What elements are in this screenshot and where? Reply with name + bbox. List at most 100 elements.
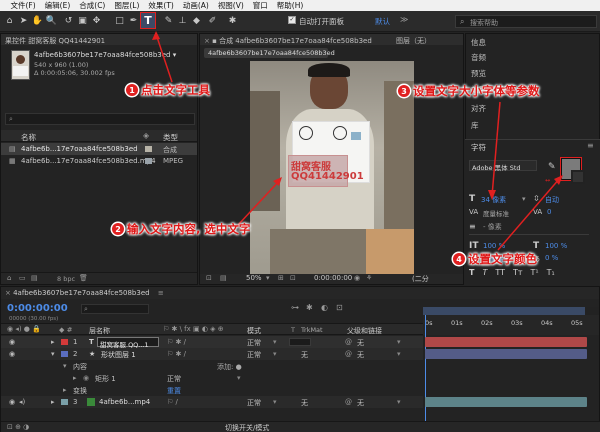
close-icon[interactable]: × bbox=[5, 289, 13, 297]
menu-file[interactable]: 文件(F) bbox=[6, 0, 40, 11]
layer-trkmat[interactable]: 无 bbox=[301, 398, 308, 408]
subscript-button[interactable]: T₁ bbox=[547, 268, 555, 280]
help-search-field[interactable]: ⌕ 搜索帮助 bbox=[455, 15, 597, 28]
hand-tool-icon[interactable]: ✋ bbox=[31, 14, 44, 27]
menu-window[interactable]: 窗口 bbox=[248, 0, 272, 11]
zoom-level[interactable]: 50% bbox=[246, 274, 262, 282]
stroke-width-value[interactable]: - 像素 bbox=[483, 222, 502, 232]
switch-icons[interactable]: ⚐ ✱ / bbox=[167, 338, 186, 346]
project-search-input[interactable]: ⌕ bbox=[5, 113, 195, 125]
camera-tool-icon[interactable]: ▣ bbox=[76, 14, 89, 27]
chevron-down-icon[interactable]: ▾ bbox=[273, 398, 277, 406]
comp-viewer[interactable]: 甜窝客服 QQ41442901 bbox=[250, 61, 414, 278]
timeline-search-input[interactable]: ⌕ bbox=[81, 304, 149, 314]
layer-3-bar[interactable] bbox=[425, 397, 587, 407]
layer-row-2[interactable]: ◉ ▾ 2 ★ 形状图层 1 ⚐ ✱ / 正常 ▾ 无 @ 无 ▾ bbox=[1, 348, 423, 360]
expand-icon[interactable]: ▸ bbox=[63, 386, 67, 394]
layer-parent[interactable]: 无 bbox=[357, 350, 364, 360]
eye-icon[interactable]: ◉ bbox=[83, 374, 89, 382]
layer-mode[interactable]: 正常 bbox=[247, 350, 261, 360]
rectangle-row[interactable]: ▸ ◉ 矩形 1 正常 ▾ bbox=[1, 372, 423, 384]
trash-icon[interactable]: 🗑 bbox=[79, 274, 88, 282]
collapse-icon[interactable]: ▾ bbox=[51, 350, 55, 358]
col-parent[interactable]: 父级和链接 bbox=[347, 326, 382, 336]
bit-depth[interactable]: 8 bpc bbox=[57, 275, 75, 283]
preview-panel[interactable]: 预览 bbox=[471, 68, 486, 79]
panel-menu-icon[interactable]: ≡ bbox=[587, 141, 594, 150]
faux-bold-button[interactable]: T bbox=[469, 268, 474, 280]
eye-icon[interactable]: ◉ bbox=[9, 398, 15, 406]
rectangle-tool-icon[interactable]: □ bbox=[113, 14, 126, 27]
layer-name[interactable]: 4afbe6b...mp4 bbox=[99, 398, 150, 406]
switch-icons[interactable]: ⚐ / bbox=[167, 398, 178, 406]
chevron-down-icon[interactable]: ▾ bbox=[237, 374, 241, 382]
effect-controls-tab[interactable]: 果控件 甜窝客服 QQ41442901 bbox=[5, 37, 105, 45]
vertical-scale-value[interactable]: 100 % bbox=[483, 242, 505, 250]
layer-mode[interactable]: 正常 bbox=[247, 338, 261, 348]
col-trkmat[interactable]: TrkMat bbox=[301, 326, 323, 334]
project-item-comp[interactable]: ▤ 4afbe6b...17e7oaa84fce508b3ed 合成 bbox=[1, 143, 197, 155]
new-comp-icon[interactable]: ▤ bbox=[31, 274, 38, 282]
eye-icon[interactable]: ◉ bbox=[9, 338, 15, 346]
chevron-down-icon[interactable]: ▾ bbox=[522, 195, 526, 203]
toggle-switches-modes[interactable]: 切换开关/模式 bbox=[225, 423, 269, 432]
menu-effect[interactable]: 效果(T) bbox=[144, 0, 178, 11]
kerning-value[interactable]: 度量标准 bbox=[483, 208, 509, 218]
safe-zones-icon[interactable]: ⊞ bbox=[278, 274, 284, 282]
rect-mode[interactable]: 正常 bbox=[167, 374, 181, 384]
home-icon[interactable]: ⌂ bbox=[3, 14, 16, 27]
workspace-default[interactable]: 默认 bbox=[375, 16, 390, 27]
pen-tool-icon[interactable]: ✒ bbox=[127, 14, 140, 27]
eyedropper-icon[interactable]: ✎ bbox=[548, 162, 556, 172]
interpret-footage-icon[interactable]: ⌂ bbox=[7, 274, 11, 282]
col-mode[interactable]: 模式 bbox=[247, 326, 261, 336]
comp-flowchart-icon[interactable]: ⊶ bbox=[291, 303, 299, 312]
close-icon[interactable]: × bbox=[204, 37, 212, 45]
chevron-down-icon[interactable]: ▾ bbox=[397, 338, 401, 346]
panel-menu-icon[interactable]: ≡ bbox=[158, 289, 164, 297]
swap-colors-icon[interactable]: ↔ bbox=[545, 177, 550, 184]
new-folder-icon[interactable]: ▭ bbox=[19, 274, 26, 282]
all-caps-button[interactable]: TT bbox=[495, 268, 505, 280]
layer-trkmat[interactable]: 无 bbox=[301, 350, 308, 360]
layer-parent[interactable]: 无 bbox=[357, 338, 364, 348]
eye-icon[interactable]: ◉ bbox=[9, 350, 15, 358]
rotate-tool-icon[interactable]: ↺ bbox=[62, 14, 75, 27]
comp-tab[interactable]: 合成 4afbe6b3607be17e7oaa84fce508b3ed bbox=[219, 37, 372, 45]
label-swatch[interactable] bbox=[61, 399, 68, 405]
resolution-icon[interactable]: ▤ bbox=[220, 274, 227, 282]
transform-row[interactable]: ▸ 变换 重置 bbox=[1, 384, 423, 396]
chevron-down-icon[interactable]: ▾ bbox=[397, 398, 401, 406]
col-name[interactable]: 名称 bbox=[21, 132, 36, 143]
layer-1-bar[interactable] bbox=[425, 337, 587, 347]
clone-stamp-icon[interactable]: ⊥ bbox=[176, 14, 189, 27]
audio-icon[interactable]: ◂) bbox=[19, 398, 25, 406]
tsume-value[interactable]: 0 % bbox=[545, 254, 558, 262]
col-layer-name[interactable]: 层名称 bbox=[89, 326, 110, 336]
graph-editor-icon[interactable]: ⊡ bbox=[336, 303, 343, 312]
collapse-icon[interactable]: ▾ bbox=[63, 362, 67, 370]
pan-behind-tool-icon[interactable]: ✥ bbox=[90, 14, 103, 27]
pickwhip-icon[interactable]: @ bbox=[345, 350, 352, 358]
menu-view[interactable]: 视图(V) bbox=[213, 0, 248, 11]
magnify-icon[interactable]: ⊡ bbox=[206, 274, 212, 282]
trkmat-box[interactable] bbox=[289, 338, 311, 346]
font-size-value[interactable]: 34 像素 bbox=[481, 195, 506, 205]
puppet-tool-icon[interactable]: ✱ bbox=[226, 14, 239, 27]
menu-edit[interactable]: 编辑(E) bbox=[40, 0, 75, 11]
eraser-tool-icon[interactable]: ◆ bbox=[190, 14, 203, 27]
comp-timecode[interactable]: 0:00:00:00 bbox=[314, 274, 352, 282]
menu-help[interactable]: 帮助(H) bbox=[272, 0, 308, 11]
col-type[interactable]: 类型 bbox=[163, 132, 178, 143]
type-tool-icon[interactable]: T bbox=[140, 12, 156, 29]
add-button[interactable]: 添加: ● bbox=[217, 362, 242, 372]
contents-row[interactable]: ▾ 内容 添加: ● bbox=[1, 360, 423, 372]
pickwhip-icon[interactable]: @ bbox=[345, 338, 352, 346]
workspace-menu-icon[interactable]: ≫ bbox=[400, 15, 408, 24]
label-swatch[interactable] bbox=[61, 339, 68, 345]
expand-icon[interactable]: ▸ bbox=[73, 374, 77, 382]
horizontal-scale-value[interactable]: 100 % bbox=[545, 242, 567, 250]
brush-tool-icon[interactable]: ✎ bbox=[162, 14, 175, 27]
layer-row-1[interactable]: ◉ ▸ 1 T 甜窝客服 QQ...1 ⚐ ✱ / 正常 ▾ @ 无 ▾ bbox=[1, 336, 423, 349]
timeline-tab[interactable]: 4afbe6b3607be17e7oaa84fce508b3ed bbox=[13, 289, 149, 297]
